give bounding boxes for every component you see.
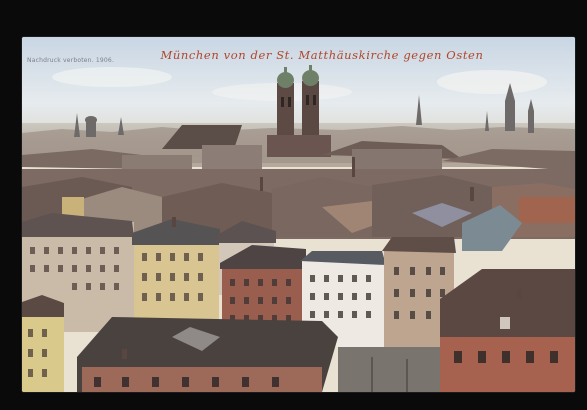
postcard-title: München von der St. Matthäuskirche gegen… — [160, 48, 484, 62]
foreground-right — [440, 269, 575, 392]
imprint-note: Nachdruck verboten. 1906. — [27, 57, 115, 64]
postcard-image: München von der St. Matthäuskirche gegen… — [22, 37, 575, 392]
city-panorama — [22, 37, 575, 392]
postcard-frame: München von der St. Matthäuskirche gegen… — [0, 0, 587, 410]
